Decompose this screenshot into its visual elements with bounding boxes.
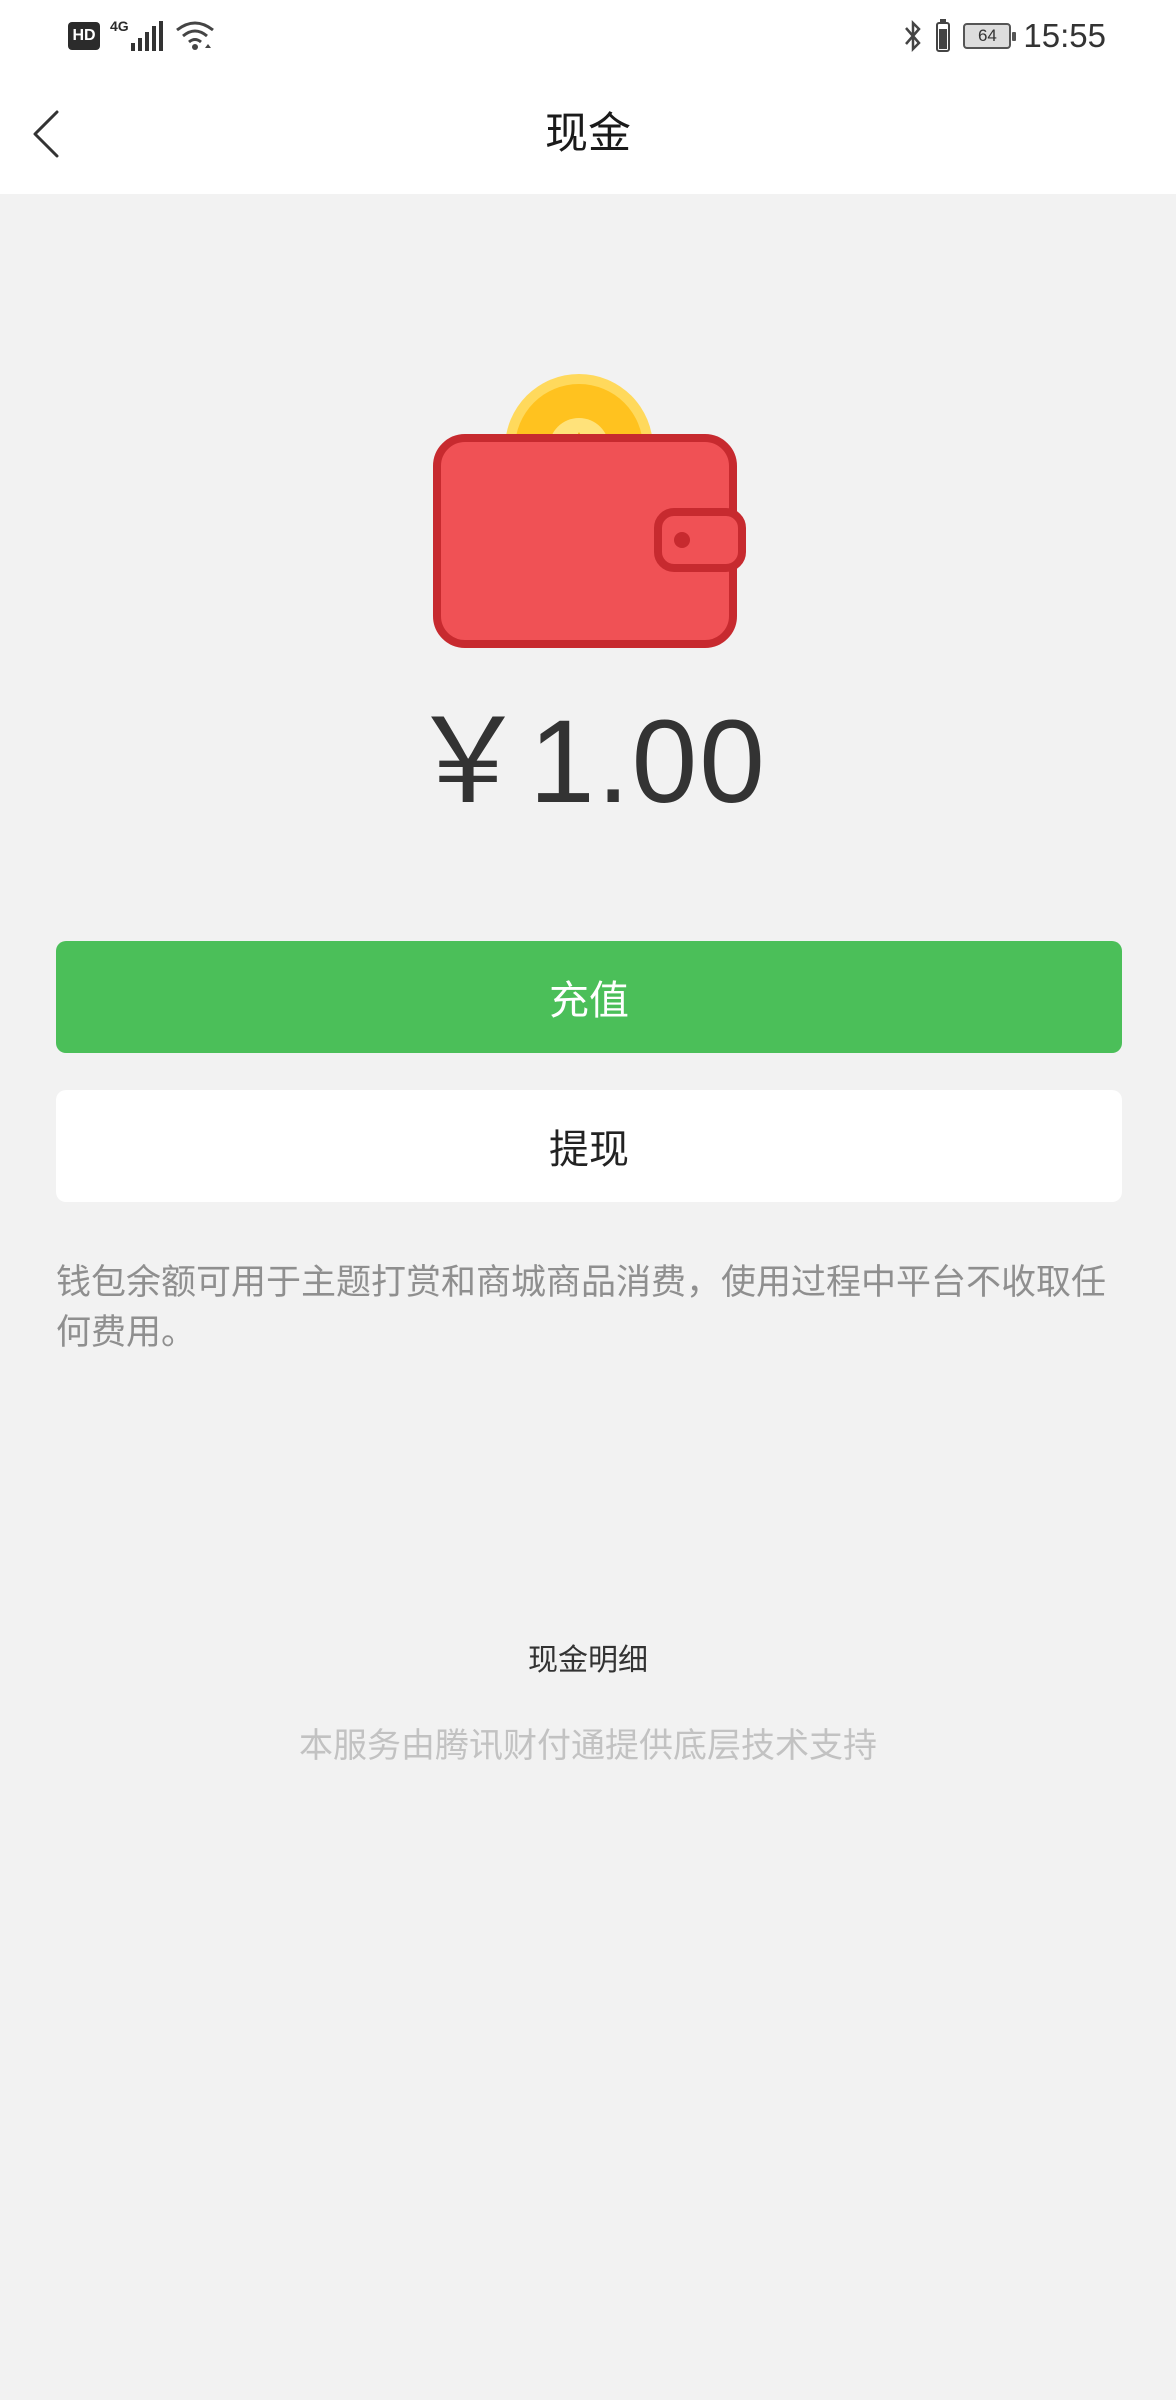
- recharge-button[interactable]: 充值: [56, 941, 1122, 1053]
- wifi-icon: [175, 21, 214, 50]
- hd-badge: HD: [68, 22, 100, 50]
- network-type-label: 4G: [110, 18, 129, 34]
- clock: 15:55: [1023, 17, 1106, 54]
- signal-icon: [130, 21, 163, 51]
- bluetooth-icon: [905, 19, 922, 53]
- battery-icon: [936, 19, 951, 52]
- nav-bar: 现金: [0, 74, 1176, 194]
- wallet-icon: [433, 374, 746, 648]
- provider-note: 本服务由腾讯财付通提供底层技术支持: [299, 1726, 877, 1766]
- battery-level: 64: [963, 23, 1017, 49]
- status-left: HD 4G: [68, 18, 215, 54]
- page-title: 现金: [545, 109, 631, 159]
- cash-detail-link[interactable]: 现金明细: [0, 1635, 1176, 1679]
- wallet-description: 钱包余额可用于主题打赏和商城商品消费，使用过程中平台不收取任何费用。: [56, 1263, 1107, 1353]
- status-right: 64 15:55: [903, 14, 1106, 58]
- withdraw-button[interactable]: 提现: [56, 1090, 1122, 1202]
- balance-amount: ￥1.00: [409, 696, 767, 828]
- status-bar: HD 4G 64 15:55: [0, 0, 1176, 74]
